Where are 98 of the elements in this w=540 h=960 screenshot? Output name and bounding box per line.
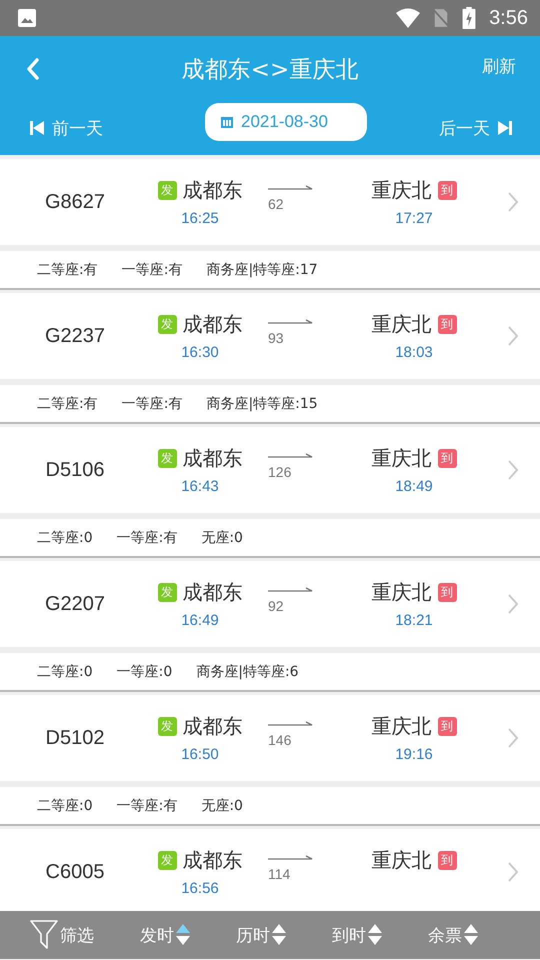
chevron-icon — [508, 594, 518, 614]
depart-time: 16:50 — [181, 746, 219, 763]
sort-button[interactable]: 历时 — [236, 924, 286, 946]
depart-tag: 发 — [158, 181, 176, 200]
seat-availability: 二等座:有 — [37, 260, 98, 278]
station-name: 成都东 — [182, 311, 242, 338]
train-number: C6005 — [44, 860, 106, 884]
arrive-time: 18:21 — [395, 612, 433, 629]
depart-time: 16:30 — [181, 344, 219, 361]
arrive-time: 18:49 — [395, 478, 433, 495]
depart-tag: 发 — [158, 449, 176, 468]
sort-icon — [272, 924, 286, 946]
seat-availability: 无座:0 — [201, 528, 243, 546]
depart-tag: 发 — [158, 717, 176, 736]
arrive-tag: 到 — [438, 315, 456, 334]
duration: 126 — [268, 464, 292, 480]
train-number: D5102 — [44, 726, 106, 750]
filter-icon — [30, 920, 58, 950]
train-card[interactable]: D5106 发 成都东 16:43 126 重庆北 到 18:49 — [0, 427, 540, 513]
chevron-icon — [508, 862, 518, 882]
station-name: 成都东 — [182, 177, 242, 204]
seat-availability: 商务座|特等座:17 — [206, 260, 318, 278]
skip-forward-icon — [498, 121, 512, 135]
battery-icon — [461, 7, 478, 29]
train-number: D5106 — [44, 458, 106, 482]
station-name: 成都东 — [182, 579, 242, 606]
next-day-button[interactable]: 后一天 — [439, 116, 512, 140]
sort-button[interactable]: 余票 — [428, 924, 478, 946]
station-name: 重庆北 — [372, 311, 432, 338]
seat-availability: 二等座:0 — [37, 662, 93, 680]
no-sim-icon — [433, 7, 450, 29]
seat-availability: 二等座:0 — [37, 528, 93, 546]
refresh-button[interactable]: 刷新 — [482, 54, 516, 78]
station-name: 重庆北 — [372, 847, 432, 874]
back-icon[interactable] — [26, 57, 40, 81]
wifi-icon — [395, 8, 422, 28]
arrive-time: 17:27 — [395, 210, 433, 227]
station-name: 重庆北 — [372, 579, 432, 606]
duration: 114 — [268, 866, 290, 882]
arrive-tag: 到 — [438, 449, 456, 468]
train-card[interactable]: G2237 发 成都东 16:30 93 重庆北 到 18:03 — [0, 293, 540, 379]
depart-tag: 发 — [158, 583, 176, 602]
train-card[interactable]: D5102 发 成都东 16:50 146 重庆北 到 19:16 — [0, 695, 540, 781]
duration: 93 — [268, 330, 284, 346]
filter-button[interactable]: 筛选 — [30, 920, 94, 950]
station-name: 成都东 — [182, 847, 242, 874]
seat-availability: 商务座|特等座:15 — [206, 394, 318, 412]
duration: 146 — [268, 732, 292, 748]
seat-availability: 一等座:0 — [116, 662, 172, 680]
seat-availability: 一等座:有 — [116, 796, 178, 814]
sort-icon — [464, 924, 478, 946]
seat-availability: 二等座:有 — [37, 394, 98, 412]
chevron-icon — [508, 728, 518, 748]
sort-icon — [368, 924, 382, 946]
station-name: 成都东 — [182, 713, 242, 740]
depart-time: 16:25 — [181, 210, 219, 227]
depart-time: 16:43 — [181, 478, 219, 495]
seat-availability: 一等座:有 — [122, 394, 182, 412]
arrive-tag: 到 — [438, 181, 456, 200]
sort-button[interactable]: 到时 — [332, 924, 382, 946]
arrive-time: 19:16 — [395, 746, 433, 763]
arrive-tag: 到 — [438, 717, 456, 736]
seat-availability: 二等座:0 — [37, 796, 93, 814]
train-number: G2237 — [44, 324, 106, 348]
chevron-icon — [508, 460, 518, 480]
calendar-icon — [221, 116, 233, 128]
station-name: 重庆北 — [372, 177, 432, 204]
arrive-tag: 到 — [438, 583, 456, 602]
station-name: 重庆北 — [372, 713, 432, 740]
seat-availability: 商务座|特等座:6 — [196, 662, 299, 680]
image-icon — [17, 8, 37, 28]
station-name: 重庆北 — [372, 445, 432, 472]
train-number: G2207 — [44, 592, 106, 616]
seat-availability: 一等座:有 — [122, 260, 182, 278]
page-title: 成都东<>重庆北 — [182, 56, 358, 85]
clock-time: 3:56 — [489, 6, 528, 30]
skip-back-icon — [30, 121, 44, 135]
chevron-icon — [508, 326, 518, 346]
duration: 62 — [268, 196, 284, 212]
depart-time: 16:49 — [181, 612, 219, 629]
date-picker[interactable]: 2021-08-30 — [205, 103, 367, 141]
duration: 92 — [268, 598, 284, 614]
seat-availability: 无座:0 — [201, 796, 243, 814]
depart-tag: 发 — [158, 851, 176, 870]
seat-availability: 一等座:有 — [116, 528, 178, 546]
previous-day-button[interactable]: 前一天 — [30, 116, 103, 140]
train-number: G8627 — [44, 190, 106, 214]
depart-time: 16:56 — [181, 880, 219, 897]
chevron-icon — [508, 192, 518, 212]
arrive-time: 18:03 — [395, 344, 433, 361]
arrive-tag: 到 — [438, 851, 456, 870]
depart-tag: 发 — [158, 315, 176, 334]
station-name: 成都东 — [182, 445, 242, 472]
train-card[interactable]: G8627 发 成都东 16:25 62 重庆北 到 17:27 — [0, 159, 540, 245]
sort-button[interactable]: 发时 — [140, 924, 190, 946]
sort-icon — [176, 924, 190, 946]
train-card[interactable]: C6005 发 成都东 16:56 114 重庆北 到 — [0, 829, 540, 911]
train-card[interactable]: G2207 发 成都东 16:49 92 重庆北 到 18:21 — [0, 561, 540, 647]
